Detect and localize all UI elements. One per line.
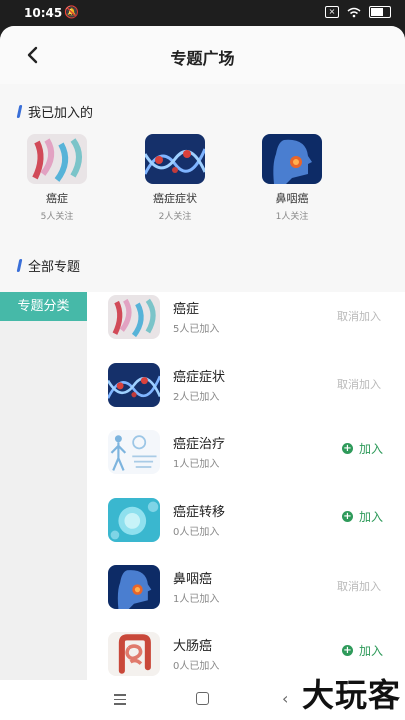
- ribbons-image: [108, 295, 160, 339]
- topic-count: 2人已加入: [173, 392, 220, 403]
- status-time: 10:45: [24, 6, 63, 20]
- topic-item-cancer-symptoms[interactable]: 癌症症状 2人已加入 取消加入: [87, 358, 405, 418]
- topic-name: 癌症转移: [173, 505, 226, 520]
- topic-name: 大肠癌: [173, 639, 213, 654]
- join-label: 加入: [358, 644, 383, 658]
- joined-section-title: 我已加入的: [16, 102, 94, 121]
- joined-item-nasopharyngeal[interactable]: 鼻咽癌 1人关注: [252, 134, 332, 222]
- head-scan-image: [262, 134, 322, 184]
- topic-name: 癌症症状: [173, 370, 226, 385]
- topic-item-cancer[interactable]: 癌症 5人已加入 取消加入: [87, 290, 405, 350]
- home-icon[interactable]: [196, 692, 209, 705]
- menu-icon[interactable]: [114, 694, 126, 708]
- join-label: 加入: [358, 510, 383, 524]
- watermark-logo: 大玩客: [301, 676, 401, 714]
- cancel-join-button[interactable]: 取消加入: [337, 376, 381, 392]
- cancel-join-button[interactable]: 取消加入: [337, 308, 381, 324]
- head-scan-image: [108, 565, 160, 609]
- topic-count: 5人已加入: [173, 324, 220, 335]
- no-sim-icon: ×: [325, 6, 339, 18]
- back-nav-icon[interactable]: ‹: [282, 689, 288, 708]
- topic-name: 癌症: [173, 302, 200, 317]
- topic-count: 1人已加入: [173, 459, 220, 470]
- join-button[interactable]: + 加入: [341, 642, 383, 659]
- battery-icon: [369, 6, 391, 18]
- join-label: 加入: [358, 442, 383, 456]
- section-marker: [16, 105, 23, 118]
- status-icons: ×: [325, 6, 391, 18]
- dna-image: [108, 363, 160, 407]
- category-tab[interactable]: 专题分类: [0, 292, 87, 321]
- app-screen: 专题广场 我已加入的 癌症 5人关注 癌症症状 2人关注 鼻咽癌 1人关注 全部…: [0, 26, 405, 720]
- all-topics-section-title: 全部专题: [16, 256, 81, 275]
- topic-count: 1人已加入: [173, 594, 220, 605]
- joined-item-cancer[interactable]: 癌症 5人关注: [17, 134, 97, 222]
- intestine-image: [108, 632, 160, 676]
- topic-item-cancer-treatment[interactable]: 癌症治疗 1人已加入 + 加入: [87, 425, 405, 485]
- cancel-join-button[interactable]: 取消加入: [337, 578, 381, 594]
- topic-name: 鼻咽癌: [173, 572, 213, 587]
- joined-item-cancer-symptoms[interactable]: 癌症症状 2人关注: [135, 134, 215, 222]
- joined-item-name: 癌症症状: [153, 192, 197, 205]
- joined-item-count: 1人关注: [275, 212, 309, 222]
- category-sidebar: [0, 292, 87, 720]
- system-nav-bar: ‹ 大玩客: [0, 676, 405, 720]
- plus-circle-icon: +: [341, 645, 353, 656]
- joined-item-count: 5人关注: [40, 212, 74, 222]
- wifi-icon: [347, 7, 361, 17]
- topic-count: 0人已加入: [173, 661, 220, 672]
- topic-count: 0人已加入: [173, 527, 220, 538]
- all-topics-title-text: 全部专题: [28, 260, 81, 275]
- joined-item-count: 2人关注: [158, 212, 192, 222]
- header: 专题广场: [0, 26, 405, 84]
- plus-circle-icon: +: [341, 443, 353, 454]
- alarm-off-icon: 🔕: [64, 5, 79, 19]
- joined-item-name: 癌症: [46, 192, 68, 205]
- topic-item-cancer-metastasis[interactable]: 癌症转移 0人已加入 + 加入: [87, 493, 405, 553]
- ribbons-image: [27, 134, 87, 184]
- topic-item-nasopharyngeal[interactable]: 鼻咽癌 1人已加入 取消加入: [87, 560, 405, 620]
- join-button[interactable]: + 加入: [341, 440, 383, 457]
- page-title: 专题广场: [170, 49, 235, 68]
- dna-image: [145, 134, 205, 184]
- plus-circle-icon: +: [341, 511, 353, 522]
- status-bar: 10:45 🔕 ×: [0, 0, 405, 26]
- join-button[interactable]: + 加入: [341, 508, 383, 525]
- joined-item-name: 鼻咽癌: [275, 192, 309, 205]
- medical-figure-image: [108, 430, 160, 474]
- joined-title-text: 我已加入的: [28, 106, 94, 121]
- topic-name: 癌症治疗: [173, 437, 226, 452]
- cells-image: [108, 498, 160, 542]
- section-marker: [16, 259, 23, 272]
